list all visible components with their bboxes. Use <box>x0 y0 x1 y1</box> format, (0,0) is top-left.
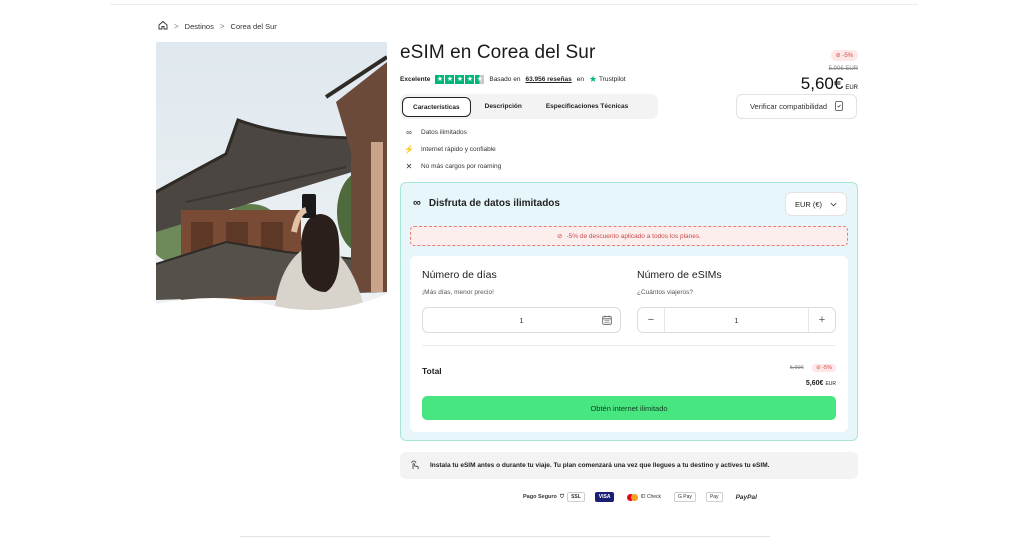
secure-payment: Pago Seguro ⛉ SSL <box>523 492 585 502</box>
rating-stars: ★ ★ ★ ★ ★ <box>435 75 485 84</box>
total-price-value: 5,60€ <box>805 380 824 387</box>
get-unlimited-internet-button[interactable]: Obtén internet ilimitado <box>422 396 836 420</box>
destination-photo <box>156 42 387 320</box>
trustpilot-logo: ★ Trustpilot <box>589 74 626 85</box>
current-price: 5,60€ EUR <box>801 74 858 94</box>
page-title: eSIM en Corea del Sur <box>400 42 596 63</box>
price-box: ⊘ -5% 5,90€ EUR 5,60€ EUR <box>801 44 858 94</box>
reviews-suffix: en <box>576 76 584 83</box>
install-note: Instala tu eSIM antes o durante tu viaje… <box>400 452 858 479</box>
secure-payment-label: Pago Seguro <box>523 494 557 500</box>
calendar-icon <box>602 315 612 325</box>
tag-icon: ⊘ <box>557 233 563 240</box>
ssl-badge: SSL <box>567 492 585 502</box>
total-old-price: 5,90€ <box>789 365 804 371</box>
increment-button[interactable]: + <box>809 308 835 332</box>
feature-item: ∞ Datos ilimitados <box>404 128 501 137</box>
mastercard-logo: ID Check <box>624 493 664 502</box>
days-value: 1 <box>519 315 524 325</box>
star-icon: ★ <box>445 75 455 84</box>
bolt-icon: ⚡ <box>404 145 414 154</box>
plan-config-card: Número de días ¡Más días, menor precio! … <box>410 256 848 432</box>
old-price: 5,90€ EUR <box>828 66 858 72</box>
trustpilot-star-icon: ★ <box>588 74 598 84</box>
feature-list: ∞ Datos ilimitados ⚡ Internet rápido y c… <box>404 128 501 171</box>
verify-compatibility-label: Verificar compatibilidad <box>749 102 828 111</box>
star-half-icon: ★ <box>475 75 485 84</box>
apple-pay-label: Pay <box>709 494 719 500</box>
total-label: Total <box>422 366 442 376</box>
total-discount-text: -5% <box>822 365 832 371</box>
rating-row: Excelente ★ ★ ★ ★ ★ Basado en 63.956 res… <box>400 74 626 85</box>
phone-icon <box>835 100 843 113</box>
infinity-icon: ∞ <box>406 128 412 137</box>
total-price-box: 5,90€ ⊘ -5% 5,60€ EUR <box>790 356 836 387</box>
days-input[interactable]: 1 <box>422 307 621 333</box>
discount-badge-text: -5% <box>842 53 853 59</box>
discount-notice: ⊘ -5% de descuento aplicado a todos los … <box>410 226 848 246</box>
decrement-button[interactable]: − <box>638 308 664 332</box>
feature-item: ✕ No más cargos por roaming <box>404 162 502 171</box>
payment-methods: Pago Seguro ⛉ SSL VISA ID Check G Pay Pa… <box>523 492 760 502</box>
chevron-right-icon: > <box>219 21 225 31</box>
chevron-right-icon: > <box>174 21 179 31</box>
plan-heading-text: Disfruta de datos ilimitados <box>428 197 560 209</box>
shield-icon: ⛉ <box>559 493 565 500</box>
plan-heading: ∞ Disfruta de datos ilimitados <box>413 197 560 209</box>
breadcrumb-destinos[interactable]: Destinos <box>185 22 214 31</box>
star-icon: ★ <box>455 75 465 84</box>
home-icon[interactable] <box>158 20 168 32</box>
esims-subtitle: ¿Cuántos viajeros? <box>637 289 693 296</box>
esims-title: Número de eSIMs <box>637 269 722 281</box>
discount-badge: ⊘ -5% <box>830 50 858 61</box>
feature-label: Datos ilimitados <box>421 129 467 136</box>
currency-select[interactable]: EUR (€) <box>785 192 847 216</box>
breadcrumb: > Destinos > Corea del Sur <box>158 20 277 32</box>
install-note-text: Instala tu eSIM antes o durante tu viaje… <box>430 462 770 469</box>
days-title: Número de días <box>422 269 497 281</box>
tab-caracteristicas[interactable]: Características <box>402 96 471 117</box>
esims-value[interactable]: 1 <box>664 308 809 332</box>
total-price: 5,60€ EUR <box>790 380 836 387</box>
current-price-currency: EUR <box>845 85 858 91</box>
no-roaming-icon: ✕ <box>405 162 413 171</box>
divider <box>422 345 836 346</box>
days-subtitle: ¡Más días, menor precio! <box>422 289 494 296</box>
rating-label: Excelente <box>400 76 431 83</box>
reviews-prefix: Basado en <box>489 76 521 83</box>
tab-especificaciones[interactable]: Especificaciones Técnicas <box>536 97 638 117</box>
mastercard-id-check: ID Check <box>640 494 662 500</box>
esims-stepper: − 1 + <box>637 307 836 333</box>
apple-pay-logo: Pay <box>705 492 723 502</box>
top-divider <box>110 4 918 5</box>
total-price-currency: EUR <box>825 381 836 387</box>
plan-panel: ∞ Disfruta de datos ilimitados EUR (€) ⊘… <box>400 182 858 441</box>
discount-notice-text: -5% de descuento aplicado a todos los pl… <box>566 232 701 240</box>
infinity-icon: ∞ <box>413 197 421 209</box>
star-icon: ★ <box>435 75 445 84</box>
product-tabs: Características Descripción Especificaci… <box>400 94 658 119</box>
visa-logo: VISA <box>594 492 615 502</box>
feature-label: No más cargos por roaming <box>421 163 502 170</box>
verify-compatibility-button[interactable]: Verificar compatibilidad <box>736 94 857 119</box>
total-discount-badge: ⊘ -5% <box>812 364 836 372</box>
breadcrumb-current: Corea del Sur <box>230 21 277 31</box>
currency-value: EUR (€) <box>794 199 823 209</box>
chevron-down-icon <box>830 200 837 209</box>
mastercard-circle-orange <box>631 493 639 501</box>
paypal-logo: PayPal <box>735 493 757 501</box>
trustpilot-label: Trustpilot <box>599 76 626 83</box>
feature-label: Internet rápido y confiable <box>421 146 496 153</box>
feature-item: ⚡ Internet rápido y confiable <box>404 145 501 154</box>
tab-descripcion[interactable]: Descripción <box>475 97 532 117</box>
bottom-divider <box>240 536 770 537</box>
google-pay-logo: G Pay <box>674 492 696 502</box>
star-icon: ★ <box>465 75 475 84</box>
reviews-link[interactable]: 63.956 reseñas <box>525 76 571 83</box>
current-price-value: 5,60€ <box>800 74 844 93</box>
hand-tap-icon <box>410 460 420 472</box>
